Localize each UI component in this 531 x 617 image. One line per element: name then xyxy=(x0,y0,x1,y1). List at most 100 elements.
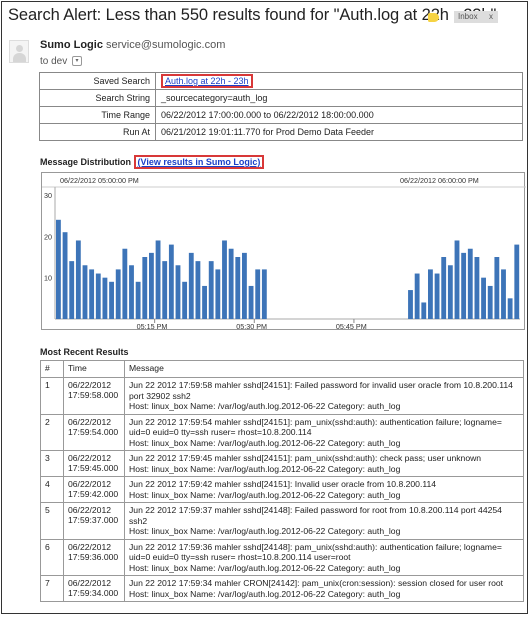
avatar-body-icon xyxy=(13,53,26,62)
chart-bar xyxy=(122,248,128,319)
info-value: 06/21/2012 19:01:11.770 for Prod Demo Da… xyxy=(155,123,523,141)
row-date: 06/22/2012 xyxy=(68,479,112,489)
chart-bar xyxy=(175,265,181,319)
row-message: Jun 22 2012 17:59:36 mahler sshd[24148]:… xyxy=(124,538,524,576)
chart-bar xyxy=(82,265,88,319)
chart-bar xyxy=(514,244,520,319)
chart-bar xyxy=(255,269,261,319)
row-message: Jun 22 2012 17:59:42 mahler sshd[24151]:… xyxy=(124,476,524,503)
row-message: Jun 22 2012 17:59:54 mahler sshd[24151]:… xyxy=(124,413,524,451)
log-message-text: Jun 22 2012 17:59:36 mahler sshd[24148]:… xyxy=(129,541,502,563)
row-timestamp: 17:59:58.000 xyxy=(68,390,119,400)
recipient-details-dropdown-icon[interactable]: ▾ xyxy=(72,56,83,67)
remove-label-button[interactable]: x xyxy=(489,11,493,23)
chart-bar xyxy=(421,302,427,319)
log-message-text: Jun 22 2012 17:59:45 mahler sshd[24151]:… xyxy=(129,453,482,463)
chart-bar xyxy=(89,269,95,319)
chart-bar xyxy=(135,281,141,319)
chart-bar xyxy=(115,269,121,319)
chart-bar xyxy=(242,252,247,319)
chart-bar xyxy=(95,273,101,319)
chart-bar xyxy=(507,298,513,319)
chart-bar xyxy=(494,257,500,319)
log-metadata-text: Host: linux_box Name: /var/log/auth.log.… xyxy=(129,588,401,599)
chart-bar xyxy=(501,269,506,319)
log-message-text: Jun 22 2012 17:59:37 mahler sshd[24148]:… xyxy=(129,505,502,526)
row-date: 06/22/2012 xyxy=(68,453,112,463)
distribution-title: Message Distribution xyxy=(40,157,132,167)
row-number: 7 xyxy=(40,575,64,602)
chart-bar xyxy=(188,252,194,319)
results-table: # Time Message 1 06/22/2012 17:59:58.000 Ju… xyxy=(40,360,524,602)
table-row: 1 06/22/2012 17:59:58.000 Jun 22 2012 17:59… xyxy=(40,377,524,415)
log-metadata-text: Host: linux_box Name: /var/log/auth.log.… xyxy=(129,437,401,448)
chart-bar xyxy=(208,261,214,319)
chart-bar xyxy=(235,257,241,319)
recipient-line: to dev ▾ xyxy=(40,56,83,67)
chart-end-time-label: 06/22/2012 06:00:00 PM xyxy=(400,176,479,185)
table-row: Search String _sourcecategory=auth_log xyxy=(39,89,523,107)
chart-bar xyxy=(248,285,254,319)
chart-bar xyxy=(474,257,480,319)
log-metadata-text: Host: linux_box Name: /var/log/auth.log.… xyxy=(129,463,401,474)
saved-search-link[interactable]: Auth.log at 22h - 23h xyxy=(161,74,253,88)
row-date: 06/22/2012 xyxy=(68,541,112,552)
distribution-chart-svg: 06/22/2012 05:00:00 PM 06/22/2012 06:00:0… xyxy=(42,176,526,331)
x-tick-label: 05:30 PM xyxy=(236,322,267,331)
table-row: 6 06/22/2012 17:59:36.000 Jun 22 2012 17:59… xyxy=(40,538,524,576)
row-time: 06/22/2012 17:59:34.000 xyxy=(63,575,125,602)
chart-bar xyxy=(155,240,161,319)
x-tick-label: 05:15 PM xyxy=(137,322,168,331)
log-message-text: Jun 22 2012 17:59:58 mahler sshd[24151]:… xyxy=(129,380,513,401)
log-metadata-text: Host: linux_box Name: /var/log/auth.log.… xyxy=(129,562,401,573)
chart-bar xyxy=(182,281,188,319)
chart-bar xyxy=(441,257,447,319)
chart-bar xyxy=(228,248,234,319)
info-key: Search String xyxy=(39,89,156,107)
sender-email: service@sumologic.com xyxy=(106,39,226,51)
row-time: 06/22/2012 17:59:54.000 xyxy=(63,413,125,451)
info-value: Auth.log at 22h - 23h xyxy=(155,72,523,90)
chart-bar xyxy=(215,269,221,319)
y-tick-label: 20 xyxy=(44,232,52,241)
chart-bar xyxy=(162,261,168,319)
log-message-text: Jun 22 2012 17:59:54 mahler sshd[24151]:… xyxy=(129,416,502,438)
distribution-heading: Message Distribution (View results in Su… xyxy=(40,155,265,169)
table-row: Time Range 06/22/2012 17:00:00.000 to 06… xyxy=(39,106,523,124)
row-number: 6 xyxy=(40,538,64,576)
chart-bar xyxy=(195,261,201,319)
row-number: 3 xyxy=(40,450,64,477)
y-tick-label: 30 xyxy=(44,191,52,200)
log-metadata-text: Host: linux_box Name: /var/log/auth.log.… xyxy=(129,526,401,536)
info-key: Time Range xyxy=(39,106,156,124)
chart-bar xyxy=(447,265,453,319)
chart-bar xyxy=(428,269,433,319)
row-number: 5 xyxy=(40,502,64,540)
row-date: 06/22/2012 xyxy=(68,578,112,588)
table-row: 7 06/22/2012 17:59:34.000 Jun 22 2012 17:59… xyxy=(40,575,524,602)
chart-bar xyxy=(129,265,134,319)
chart-bar xyxy=(454,240,460,319)
message-distribution-chart: 06/22/2012 05:00:00 PM 06/22/2012 06:00:0… xyxy=(41,172,526,331)
row-time: 06/22/2012 17:59:37.000 xyxy=(63,502,125,540)
row-message: Jun 22 2012 17:59:34 mahler CRON[24142]:… xyxy=(124,575,524,602)
log-message-text: Jun 22 2012 17:59:42 mahler sshd[24151]:… xyxy=(129,479,437,489)
row-time: 06/22/2012 17:59:45.000 xyxy=(63,450,125,477)
chart-bar xyxy=(142,257,148,319)
log-message-text: Jun 22 2012 17:59:34 mahler CRON[24142]:… xyxy=(129,578,504,588)
chart-bar xyxy=(168,244,174,319)
view-results-link[interactable]: (View results in Sumo Logic) xyxy=(133,155,265,169)
row-timestamp: 17:59:37.000 xyxy=(68,515,119,525)
important-label-icon[interactable] xyxy=(428,13,439,22)
row-message: Jun 22 2012 17:59:58 mahler sshd[24151]:… xyxy=(124,377,524,415)
log-metadata-text: Host: linux_box Name: /var/log/auth.log.… xyxy=(129,489,401,500)
chart-bar xyxy=(75,240,81,319)
row-time: 06/22/2012 17:59:36.000 xyxy=(63,538,125,576)
row-number: 2 xyxy=(40,413,64,451)
info-key: Saved Search xyxy=(39,72,156,90)
inbox-label-badge[interactable]: Inbox x xyxy=(454,11,498,23)
row-timestamp: 17:59:36.000 xyxy=(68,551,119,562)
email-subject: Search Alert: Less than 550 results foun… xyxy=(8,6,497,24)
row-timestamp: 17:59:42.000 xyxy=(68,489,119,499)
sender-name[interactable]: Sumo Logic xyxy=(40,39,103,51)
